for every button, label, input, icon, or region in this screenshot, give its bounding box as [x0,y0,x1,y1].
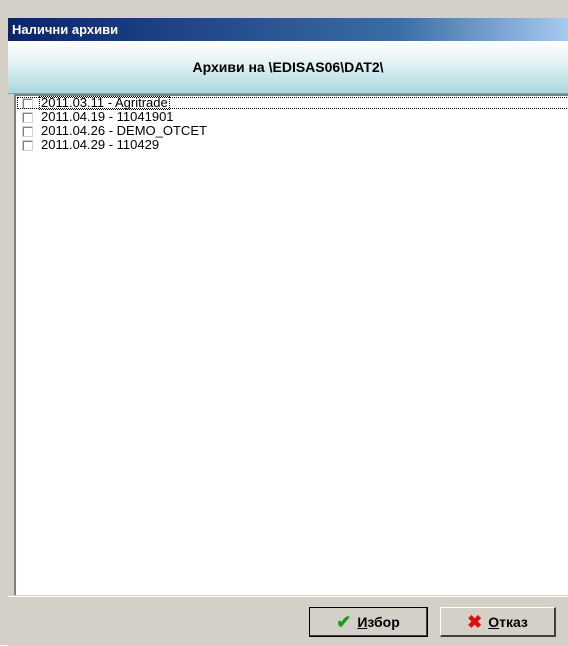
list-item[interactable]: 2011.04.29 - 110429 [16,138,568,152]
list-item[interactable]: 2011.03.11 - Agritrade [16,96,568,110]
list-item-label: 2011.04.29 - 110429 [41,137,160,152]
archives-list[interactable]: 2011.03.11 - Agritrade 2011.04.19 - 1104… [14,94,568,595]
list-item-label: 2011.04.26 - DEMO_OTCET [41,123,207,138]
archives-dialog: Налични архиви Архиви на \EDISAS06\DAT2\… [0,0,568,646]
x-icon: ✖ [467,611,483,632]
button-bar: ✔ Избор ✖ Отказ [8,596,568,646]
checkbox[interactable] [22,97,33,109]
archive-path-header: Архиви на \EDISAS06\DAT2\ [8,41,568,94]
list-item[interactable]: 2011.04.26 - DEMO_OTCET [16,124,568,138]
checkbox[interactable] [22,111,33,123]
list-item-label: 2011.03.11 - Agritrade [39,95,170,110]
cancel-button-label: Отказ [488,613,528,630]
checkmark-icon: ✔ [336,611,352,632]
select-button-label: Избор [357,613,400,630]
checkbox[interactable] [22,125,33,137]
cancel-button[interactable]: ✖ Отказ [440,607,556,637]
list-item[interactable]: 2011.04.19 - 11041901 [16,110,568,124]
list-item-label: 2011.04.19 - 11041901 [41,109,174,124]
checkbox[interactable] [22,139,33,151]
select-button[interactable]: ✔ Избор [309,607,428,637]
window-title: Налични архиви [8,18,568,41]
